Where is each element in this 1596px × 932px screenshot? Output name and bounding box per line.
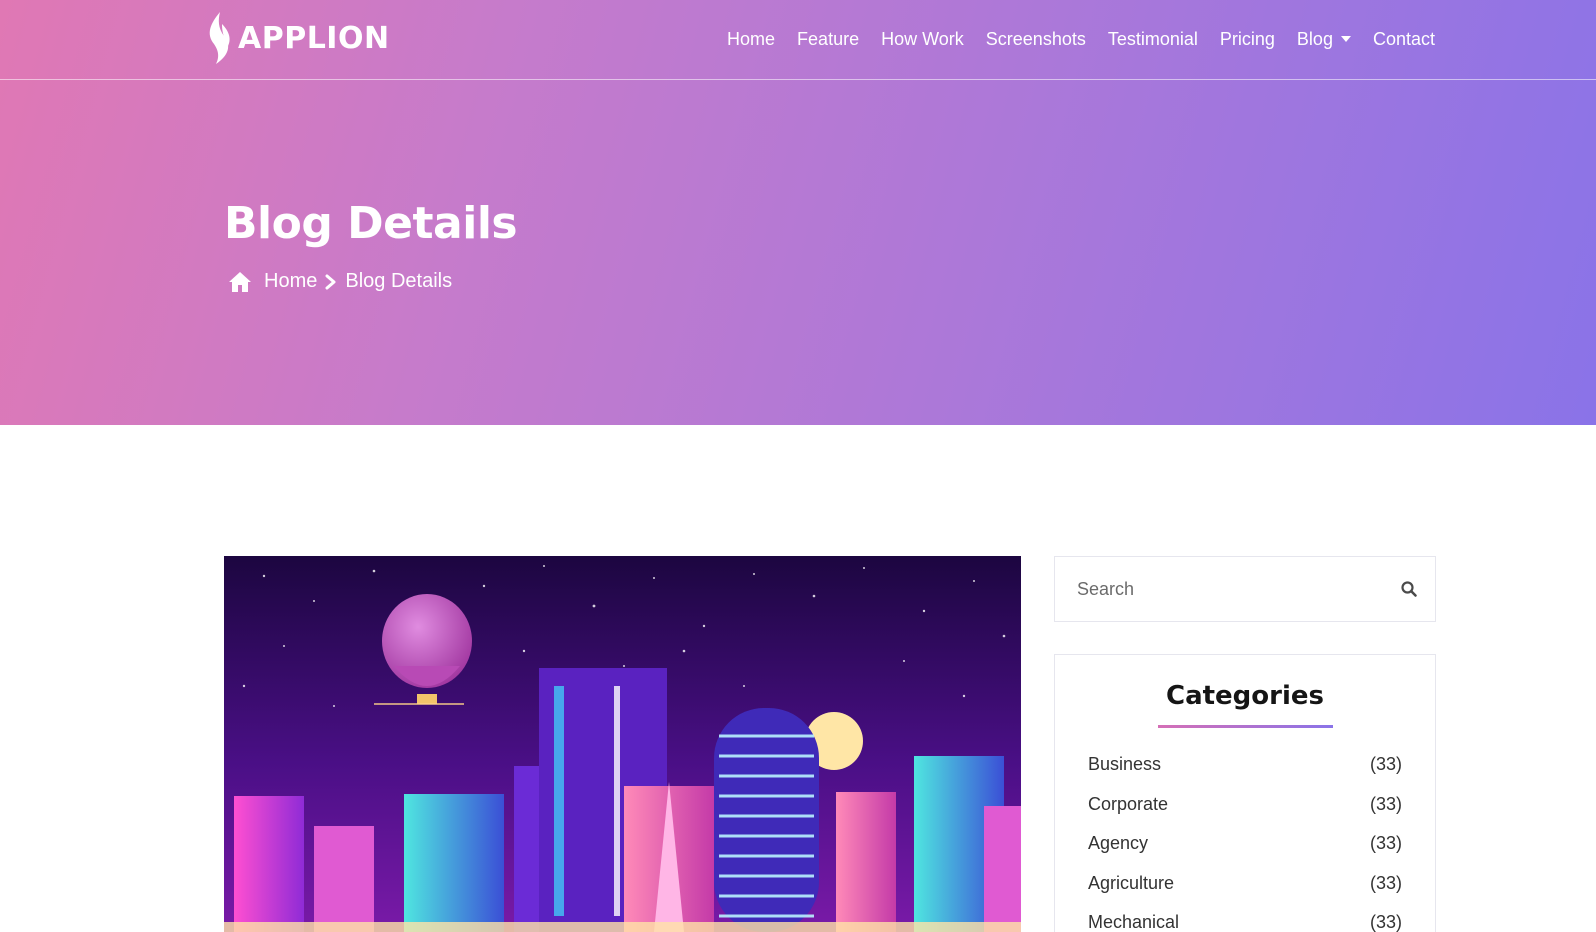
category-item-agriculture[interactable]: Agriculture (33) <box>1088 873 1402 913</box>
category-count: (33) <box>1369 833 1402 853</box>
category-item-corporate[interactable]: Corporate (33) <box>1088 794 1402 834</box>
search-icon <box>1401 581 1417 597</box>
category-item-business[interactable]: Business (33) <box>1088 754 1402 794</box>
nav-blog-label: Blog <box>1296 28 1333 49</box>
brand-name: APPLION <box>238 20 390 56</box>
category-label: Agriculture <box>1088 872 1175 893</box>
category-item-mechanical[interactable]: Mechanical (33) <box>1088 912 1402 932</box>
page-title: Blog Details <box>224 198 518 249</box>
home-icon <box>229 271 251 292</box>
search-input[interactable] <box>1055 557 1383 621</box>
brand-logo[interactable]: APPLION <box>206 10 390 66</box>
category-count: (33) <box>1369 754 1402 774</box>
category-label: Agency <box>1088 833 1149 853</box>
top-navbar: APPLION Home Feature How Work Screenshot… <box>0 0 1596 80</box>
categories-title: Categories <box>1165 681 1324 711</box>
hero-banner: APPLION Home Feature How Work Screenshot… <box>0 0 1596 425</box>
breadcrumb: Home Blog Details <box>228 270 452 293</box>
category-count: (33) <box>1369 912 1402 932</box>
categories-list: Business (33) Corporate (33) Agency (33)… <box>1055 754 1435 932</box>
title-underline <box>1157 725 1333 728</box>
category-label: Corporate <box>1088 793 1169 814</box>
nav-feature[interactable]: Feature <box>786 26 870 52</box>
nav-home[interactable]: Home <box>716 26 786 52</box>
nav-screenshots[interactable]: Screenshots <box>975 26 1097 52</box>
category-label: Business <box>1088 754 1162 774</box>
nav-how-work[interactable]: How Work <box>870 26 975 52</box>
category-count: (33) <box>1369 793 1402 814</box>
nav-blog-dropdown[interactable]: Blog <box>1286 26 1362 52</box>
post-featured-image <box>224 556 1021 932</box>
categories-widget: Categories Business (33) Corporate (33) … <box>1054 654 1436 932</box>
main-nav: Home Feature How Work Screenshots Testim… <box>716 26 1446 52</box>
category-label: Mechanical <box>1088 912 1180 932</box>
nav-testimonial[interactable]: Testimonial <box>1097 26 1209 52</box>
caret-down-icon <box>1340 36 1351 42</box>
breadcrumb-home-link[interactable]: Home <box>264 270 317 293</box>
chevron-right-icon <box>325 274 336 289</box>
nav-contact[interactable]: Contact <box>1362 26 1446 52</box>
search-button[interactable] <box>1383 557 1435 621</box>
neon-city-illustration <box>224 556 1021 932</box>
nav-pricing[interactable]: Pricing <box>1209 26 1286 52</box>
breadcrumb-current: Blog Details <box>345 270 453 292</box>
flame-leaf-logo-icon <box>209 12 230 64</box>
category-count: (33) <box>1369 872 1402 893</box>
category-item-agency[interactable]: Agency (33) <box>1088 833 1402 873</box>
search-widget <box>1054 556 1436 622</box>
